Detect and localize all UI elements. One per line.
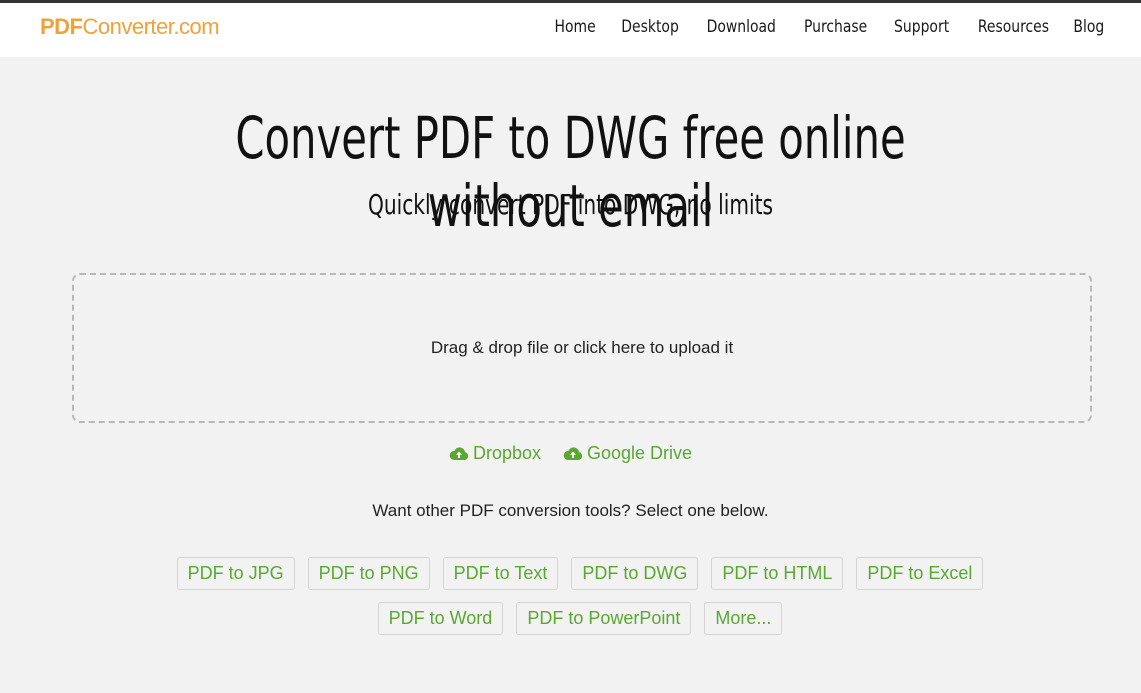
tool-pdf-to-powerpoint[interactable]: PDF to PowerPoint — [516, 602, 692, 635]
tool-pdf-to-dwg[interactable]: PDF to DWG — [571, 557, 699, 590]
page-subtitle: Quickly convert PDF into DWG, no limits — [367, 188, 774, 221]
logo-pdf-text: PDF — [40, 14, 83, 39]
dropbox-link[interactable]: Dropbox — [449, 443, 541, 464]
tool-pdf-to-png[interactable]: PDF to PNG — [307, 557, 430, 590]
tools-prompt: Want other PDF conversion tools? Select … — [372, 501, 769, 520]
google-drive-link[interactable]: Google Drive — [563, 443, 692, 464]
tool-pdf-to-excel[interactable]: PDF to Excel — [856, 557, 984, 590]
site-logo[interactable]: PDFConverter.com — [40, 14, 220, 40]
google-drive-label: Google Drive — [587, 443, 693, 463]
nav-resources[interactable]: Resources — [974, 17, 1052, 37]
tool-pdf-to-text[interactable]: PDF to Text — [442, 557, 559, 590]
tool-more[interactable]: More... — [704, 602, 783, 635]
conversion-tools: PDF to JPG PDF to PNG PDF to Text PDF to… — [110, 557, 1050, 635]
logo-rest-text: Converter.com — [82, 14, 220, 39]
upload-dropzone[interactable]: Drag & drop file or click here to upload… — [72, 273, 1092, 423]
main-nav: Home Desktop Download Purchase Support R… — [546, 17, 1112, 37]
top-bar: PDFConverter.com Home Desktop Download P… — [0, 0, 1141, 57]
dropbox-label: Dropbox — [472, 443, 541, 463]
tool-pdf-to-word[interactable]: PDF to Word — [377, 602, 504, 635]
cloud-upload-links: Dropbox Google Drive — [0, 443, 1141, 464]
cloud-upload-icon — [449, 446, 469, 460]
tool-pdf-to-jpg[interactable]: PDF to JPG — [176, 557, 295, 590]
dropzone-text: Drag & drop file or click here to upload… — [430, 338, 734, 357]
nav-download[interactable]: Download — [703, 17, 779, 37]
nav-support[interactable]: Support — [891, 17, 953, 37]
cloud-upload-icon — [563, 446, 583, 460]
nav-desktop[interactable]: Desktop — [618, 17, 682, 37]
nav-purchase[interactable]: Purchase — [801, 17, 871, 37]
nav-blog[interactable]: Blog — [1071, 17, 1108, 37]
nav-home[interactable]: Home — [552, 17, 600, 37]
tool-pdf-to-html[interactable]: PDF to HTML — [711, 557, 844, 590]
